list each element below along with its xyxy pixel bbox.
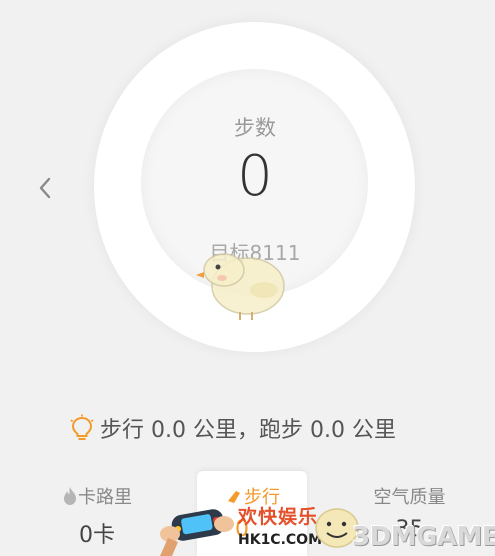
stat-calories-value: 0卡 (79, 523, 115, 548)
chick-mascot-icon (196, 253, 285, 320)
distance-summary-text: 步行 0.0 公里，跑步 0.0 公里 (100, 418, 396, 443)
watermark-site-url: HK1C.COM (238, 532, 323, 548)
gamepad-hands-watermark-icon (160, 509, 234, 556)
stat-air-label: 空气质量 (373, 487, 446, 508)
steps-count: 0 (237, 144, 273, 209)
watermark-site-name: 欢快娱乐 (238, 506, 319, 528)
lightbulb-icon (70, 414, 94, 440)
stat-calories[interactable]: 卡路里 0卡 (52, 483, 142, 549)
distance-summary: 步行 0.0 公里，跑步 0.0 公里 (70, 412, 450, 444)
back-chevron-icon[interactable] (34, 174, 56, 202)
stat-calories-label: 卡路里 (78, 487, 132, 508)
steps-label: 步数 (234, 116, 276, 140)
watermark-3dmgame-logo: 3DMGAME (352, 522, 495, 552)
flame-icon (64, 487, 76, 505)
